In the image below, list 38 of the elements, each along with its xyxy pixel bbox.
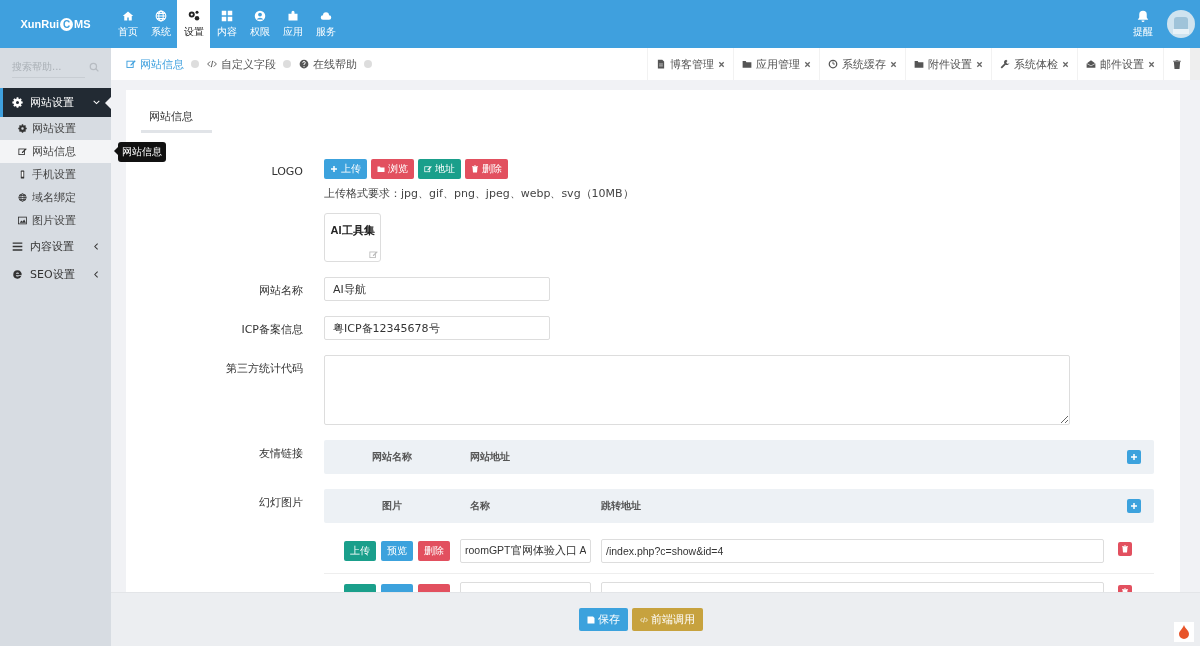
menu-item[interactable]: 内容设置: [0, 232, 111, 260]
input-field[interactable]: roomGPT官网体验入口 A: [460, 539, 591, 563]
page-tab[interactable]: 系统缓存: [828, 56, 886, 72]
menu-item[interactable]: 网站设置: [0, 88, 111, 117]
tab[interactable]: 网站信息: [141, 105, 212, 133]
page-tab[interactable]: 邮件设置: [1086, 56, 1144, 72]
submenu-item[interactable]: 图片设置: [0, 209, 111, 232]
field-label: 第三方统计代码: [225, 361, 303, 377]
field-label: LOGO: [270, 164, 303, 180]
menu-item[interactable]: SEO设置: [0, 260, 111, 288]
button[interactable]: 浏览: [371, 159, 414, 179]
button[interactable]: 删除: [465, 159, 508, 179]
input-field[interactable]: /index.php?c=show&id=4: [601, 539, 1104, 563]
input-field[interactable]: AI导航: [324, 277, 550, 301]
submenu-item[interactable]: 手机设置: [0, 163, 111, 186]
field-label: 网站名称: [258, 283, 303, 299]
page-tab[interactable]: 博客管理: [656, 56, 714, 72]
column-header: 图片: [381, 499, 403, 513]
column-header: 跳转地址: [601, 499, 642, 513]
page-tab[interactable]: 应用管理: [742, 56, 800, 72]
button[interactable]: 删除: [418, 541, 450, 561]
page-tab[interactable]: 系统体检: [1000, 56, 1058, 72]
column-header: 网站地址: [469, 450, 511, 464]
help-text: 上传格式要求：jpg、gif、png、jpeg、webp、svg（10MB）: [324, 186, 635, 201]
logo: XunRui C MS: [19, 16, 92, 33]
nav-item[interactable]: 设置: [177, 0, 210, 48]
field-label: ICP备案信息: [240, 322, 303, 338]
logo-text: AI工具集: [330, 223, 375, 237]
page-tab[interactable]: 附件设置: [914, 56, 972, 72]
column-header: 网站名称: [371, 450, 413, 464]
submenu-item[interactable]: 网站设置: [0, 117, 111, 140]
field-label: 友情链接: [258, 446, 303, 462]
submenu-item[interactable]: 域名绑定: [0, 186, 111, 209]
breadcrumb-link[interactable]: 在线帮助: [299, 56, 357, 72]
breadcrumb-link[interactable]: 自定义字段: [207, 56, 276, 72]
input-field[interactable]: 粤ICP备12345678号: [324, 316, 550, 340]
column-header: 名称: [469, 499, 491, 513]
field-label: 幻灯图片: [258, 495, 303, 511]
